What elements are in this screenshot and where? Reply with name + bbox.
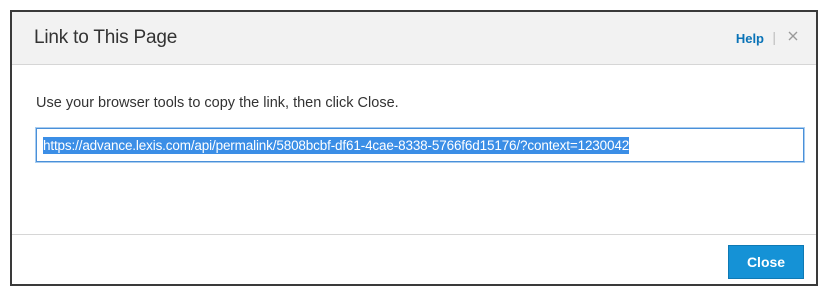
permalink-field[interactable]: https://advance.lexis.com/api/permalink/… <box>36 128 804 162</box>
close-icon[interactable] <box>786 28 800 44</box>
dialog-title: Link to This Page <box>34 27 178 48</box>
header-separator: | <box>772 29 776 45</box>
dialog-header: Link to This Page Help | <box>12 12 816 65</box>
footer-divider <box>12 234 816 235</box>
help-link[interactable]: Help <box>736 31 764 46</box>
close-button[interactable]: Close <box>728 245 804 279</box>
link-to-page-dialog: Link to This Page Help | Use your browse… <box>10 10 818 286</box>
permalink-text[interactable]: https://advance.lexis.com/api/permalink/… <box>43 136 629 154</box>
instruction-text: Use your browser tools to copy the link,… <box>36 95 399 111</box>
